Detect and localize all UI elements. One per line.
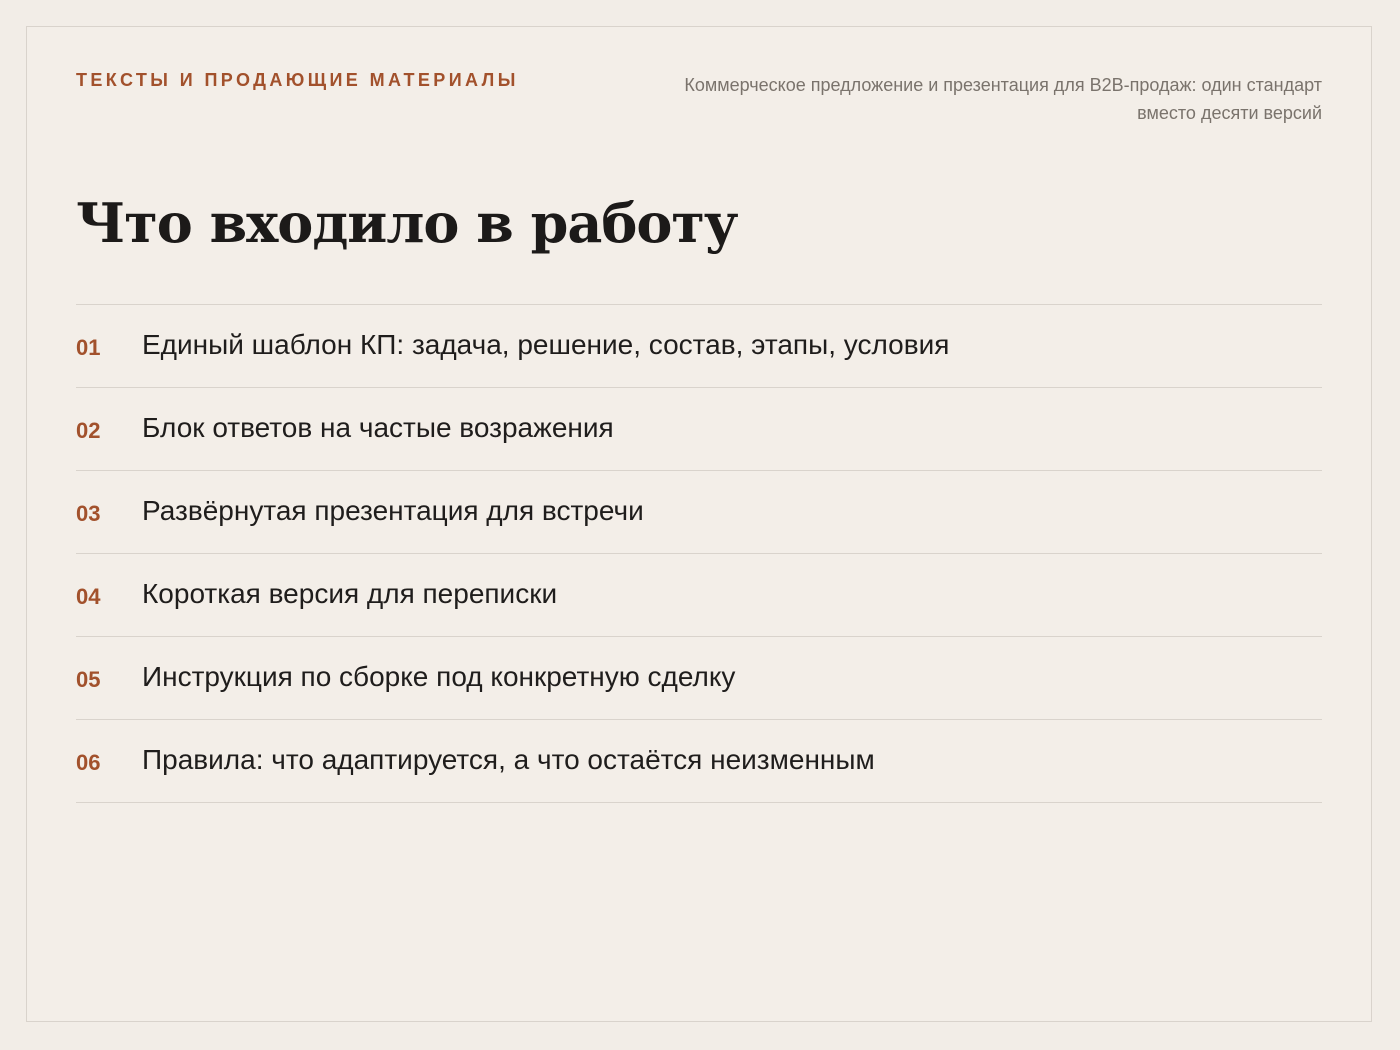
item-number: 01 [76,335,101,360]
list-item: 02 Блок ответов на частые возражения [76,388,1322,471]
section-eyebrow: Тексты и продающие материалы [76,70,519,90]
list-item: 04 Короткая версия для переписки [76,554,1322,637]
deliverables-list: 01 Единый шаблон КП: задача, решение, со… [76,304,1322,803]
page-title: Что входило в работу [76,191,738,255]
project-subtitle: Коммерческое предложение и презентация д… [684,75,1322,123]
list-item: 03 Развёрнутая презентация для встречи [76,471,1322,554]
slide-frame: Тексты и продающие материалы Коммерческо… [26,26,1372,1022]
list-item: 01 Единый шаблон КП: задача, решение, со… [76,305,1322,388]
item-number: 05 [76,667,101,692]
item-text: Развёрнутая презентация для встречи [142,495,644,526]
item-number: 06 [76,750,101,775]
item-text: Блок ответов на частые возражения [142,412,614,443]
list-item: 05 Инструкция по сборке под конкретную с… [76,637,1322,720]
item-number: 04 [76,584,101,609]
item-number: 03 [76,501,101,526]
list-item: 06 Правила: что адаптируется, а что оста… [76,720,1322,803]
item-text: Короткая версия для переписки [142,578,558,609]
item-text: Инструкция по сборке под конкретную сдел… [142,661,736,692]
slide-header: Тексты и продающие материалы Коммерческо… [76,67,1322,137]
item-text: Правила: что адаптируется, а что остаётс… [142,744,875,775]
item-number: 02 [76,418,101,443]
item-text: Единый шаблон КП: задача, решение, соста… [142,329,950,360]
